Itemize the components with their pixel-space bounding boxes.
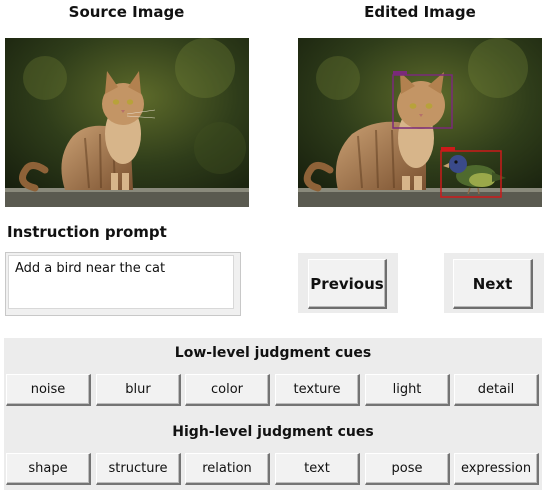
high-level-cues-title: High-level judgment cues: [172, 424, 374, 440]
cue-light-button[interactable]: light: [365, 374, 450, 406]
previous-button-panel: Previous: [298, 253, 398, 313]
cue-noise-button[interactable]: noise: [6, 374, 91, 406]
edited-image-title: Edited Image: [364, 3, 476, 21]
cue-shape-button[interactable]: shape: [6, 453, 91, 485]
cue-detail-button[interactable]: detail: [454, 374, 539, 406]
cue-relation-button[interactable]: relation: [185, 453, 270, 485]
edited-image: [298, 38, 542, 207]
cue-blur-button[interactable]: blur: [96, 374, 181, 406]
cue-structure-button[interactable]: structure: [96, 453, 181, 485]
cue-text-button[interactable]: text: [275, 453, 360, 485]
judgment-cues-panel: Low-level judgment cues noise blur color…: [4, 338, 542, 490]
cat-with-bird-photo-icon: [298, 38, 542, 207]
cat-photo-icon: [5, 38, 249, 207]
next-button[interactable]: Next: [453, 259, 533, 309]
low-level-cues-title: Low-level judgment cues: [174, 345, 372, 361]
instruction-prompt-box: Add a bird near the cat: [5, 252, 241, 316]
instruction-prompt-input[interactable]: Add a bird near the cat: [8, 255, 234, 309]
instruction-prompt-title: Instruction prompt: [7, 223, 167, 241]
source-image-title: Source Image: [68, 3, 185, 21]
cue-texture-button[interactable]: texture: [275, 374, 360, 406]
next-button-panel: Next: [444, 253, 544, 313]
cue-pose-button[interactable]: pose: [365, 453, 450, 485]
cue-expression-button[interactable]: expression: [454, 453, 539, 485]
source-image: [5, 38, 249, 207]
cue-color-button[interactable]: color: [185, 374, 270, 406]
previous-button[interactable]: Previous: [308, 259, 387, 309]
